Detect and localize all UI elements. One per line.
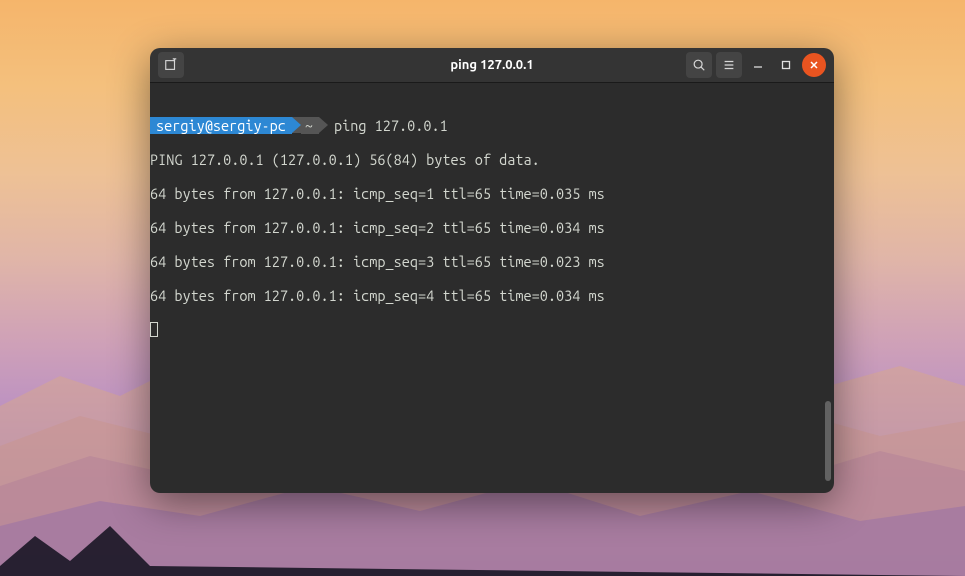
new-tab-button[interactable] bbox=[158, 52, 184, 78]
close-button[interactable] bbox=[802, 53, 826, 77]
terminal-window: ping 127.0.0.1 sergiy@sergiy-pc ~ ping 127… bbox=[150, 48, 834, 493]
maximize-icon bbox=[781, 60, 791, 70]
menu-button[interactable] bbox=[716, 52, 742, 78]
minimize-icon bbox=[753, 60, 763, 70]
scrollbar[interactable] bbox=[825, 401, 831, 481]
prompt-command: ping 127.0.0.1 bbox=[328, 117, 448, 134]
search-button[interactable] bbox=[686, 52, 712, 78]
prompt-arrow-icon bbox=[292, 117, 301, 133]
prompt-line: sergiy@sergiy-pc ~ ping 127.0.0.1 bbox=[150, 117, 834, 134]
prompt-path: ~ bbox=[301, 117, 319, 134]
titlebar[interactable]: ping 127.0.0.1 bbox=[150, 48, 834, 83]
output-line: 64 bytes from 127.0.0.1: icmp_seq=1 ttl=… bbox=[150, 185, 834, 202]
search-icon bbox=[692, 58, 706, 72]
new-tab-icon bbox=[164, 58, 178, 72]
output-line: 64 bytes from 127.0.0.1: icmp_seq=3 ttl=… bbox=[150, 253, 834, 270]
close-icon bbox=[809, 60, 819, 70]
hamburger-menu-icon bbox=[722, 58, 736, 72]
cursor bbox=[150, 322, 158, 337]
maximize-button[interactable] bbox=[774, 53, 798, 77]
prompt-user-host: sergiy@sergiy-pc bbox=[150, 117, 292, 134]
output-line: 64 bytes from 127.0.0.1: icmp_seq=4 ttl=… bbox=[150, 287, 834, 304]
minimize-button[interactable] bbox=[746, 53, 770, 77]
terminal-body[interactable]: sergiy@sergiy-pc ~ ping 127.0.0.1 PING 127… bbox=[150, 83, 834, 493]
prompt-arrow-icon bbox=[319, 117, 328, 133]
output-line: PING 127.0.0.1 (127.0.0.1) 56(84) bytes … bbox=[150, 151, 834, 168]
output-line: 64 bytes from 127.0.0.1: icmp_seq=2 ttl=… bbox=[150, 219, 834, 236]
